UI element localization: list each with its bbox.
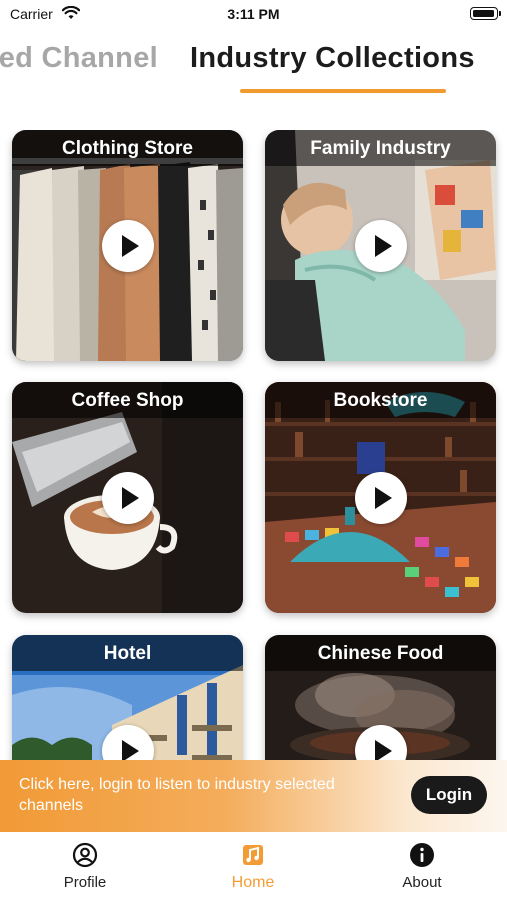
collection-card-hotel[interactable]: Hotel [12, 635, 243, 760]
person-circle-icon [72, 842, 98, 868]
collection-title: Family Industry [310, 138, 451, 159]
nav-label: Profile [63, 874, 107, 891]
collection-card-bookstore[interactable]: Bookstore [265, 382, 496, 613]
play-icon[interactable] [355, 220, 407, 272]
login-banner[interactable]: Click here, login to listen to industry … [0, 760, 507, 832]
clock: 3:11 PM [227, 6, 280, 22]
play-icon[interactable] [102, 472, 154, 524]
tab-industry-collections[interactable]: Industry Collections [190, 42, 475, 75]
collection-title: Bookstore [333, 390, 428, 411]
battery-icon [470, 7, 501, 20]
collection-card-family-industry[interactable]: Family Industry [265, 130, 496, 361]
collection-title: Clothing Store [62, 138, 193, 159]
music-note-icon [243, 845, 263, 865]
collection-title: Chinese Food [317, 643, 444, 664]
nav-item-about[interactable]: About [367, 842, 477, 891]
active-tab-indicator [240, 89, 446, 93]
play-icon[interactable] [355, 472, 407, 524]
collection-title: Coffee Shop [71, 390, 184, 411]
login-prompt-text[interactable]: Click here, login to listen to industry … [19, 774, 399, 816]
collection-card-coffee-shop[interactable]: Coffee Shop [12, 382, 243, 613]
nav-label: About [402, 874, 442, 891]
tab-selected-channel[interactable]: ed Channel [0, 42, 158, 75]
bottom-nav: Profile Home About [0, 832, 507, 900]
nav-item-home[interactable]: Home [198, 842, 308, 892]
nav-label: Home [231, 874, 275, 891]
login-button[interactable]: Login [411, 776, 487, 814]
info-icon [410, 843, 434, 867]
collection-card-clothing-store[interactable]: Clothing Store [12, 130, 243, 361]
nav-item-profile[interactable]: Profile [30, 842, 140, 891]
play-icon[interactable] [102, 220, 154, 272]
collections-grid: Clothing Store Family Industry Coffee Sh… [0, 130, 507, 760]
status-bar: Carrier 3:11 PM [0, 0, 507, 30]
collection-title: Hotel [103, 643, 152, 664]
collection-card-chinese-food[interactable]: Chinese Food [265, 635, 496, 760]
